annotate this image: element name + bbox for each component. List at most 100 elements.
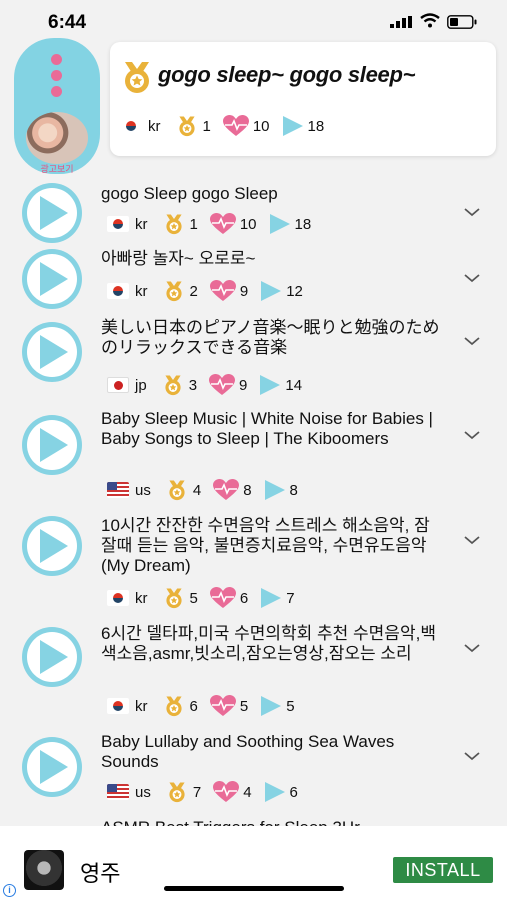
play-button[interactable]: [22, 627, 82, 687]
install-button[interactable]: INSTALL: [393, 857, 493, 883]
flag-kr-icon: [107, 283, 129, 299]
play-count-icon: [269, 214, 290, 234]
rank-count: 3: [188, 376, 198, 394]
heart-pulse-icon: [213, 781, 240, 802]
chevron-down-icon[interactable]: [463, 640, 481, 658]
play-button[interactable]: [22, 249, 82, 309]
heart-pulse-icon: [209, 695, 236, 716]
play-button[interactable]: [22, 183, 82, 243]
ad-app-icon[interactable]: [24, 850, 64, 890]
status-bar: 6:44: [0, 0, 507, 44]
plays-count: 14: [285, 376, 303, 394]
medal-icon: [165, 281, 182, 302]
plays-count: 5: [286, 697, 295, 715]
flag-kr-icon: [107, 590, 129, 606]
heart-pulse-icon: [209, 374, 236, 395]
plays-count: 12: [286, 282, 303, 300]
plays-count: 18: [307, 117, 325, 135]
item-title[interactable]: gogo Sleep gogo Sleep: [101, 184, 441, 204]
flag-us-icon: [107, 482, 129, 498]
item-title[interactable]: 6시간 델타파,미국 수면의학회 추천 수면음악,백색소음,asmr,빗소리,잠…: [101, 624, 441, 664]
likes-count: 10: [252, 117, 270, 135]
likes-count: 9: [239, 376, 248, 394]
medal-icon: [125, 62, 149, 93]
country-code: kr: [135, 697, 148, 715]
play-count-icon: [261, 588, 282, 608]
plays-count: 7: [286, 589, 295, 607]
play-icon: [40, 529, 68, 563]
country-code: us: [135, 481, 151, 499]
play-button[interactable]: [22, 415, 82, 475]
medal-icon: [178, 116, 195, 137]
play-count-icon: [264, 480, 285, 500]
medal-icon: [169, 782, 185, 803]
heart-pulse-icon: [213, 479, 240, 500]
flag-kr-icon: [120, 118, 142, 134]
medal-icon: [165, 214, 182, 235]
item-meta: us 4 8 8: [107, 478, 310, 502]
heart-pulse-icon: [209, 280, 236, 301]
wifi-icon: [420, 13, 440, 28]
rank-count: 1: [189, 215, 198, 233]
signal-icon: [390, 16, 412, 28]
play-icon: [40, 335, 68, 369]
play-count-icon: [282, 116, 303, 136]
ad-thumbnail[interactable]: [26, 112, 88, 164]
now-playing-card[interactable]: gogo sleep~ gogo sleep~ kr 1 10 18: [110, 42, 496, 156]
country-code: us: [135, 783, 151, 801]
country-code: kr: [135, 215, 148, 233]
more-menu-icon[interactable]: [51, 54, 63, 102]
play-icon: [40, 196, 68, 230]
play-count-icon: [261, 696, 282, 716]
play-button[interactable]: [22, 737, 82, 797]
item-title[interactable]: Baby Lullaby and Soothing Sea Waves Soun…: [101, 732, 441, 772]
chevron-down-icon[interactable]: [463, 427, 481, 445]
chevron-down-icon[interactable]: [463, 748, 481, 766]
rank-count: 7: [192, 783, 202, 801]
likes-count: 5: [239, 697, 249, 715]
play-icon: [40, 750, 68, 784]
battery-icon: [447, 15, 477, 29]
country-code: kr: [135, 589, 148, 607]
rank-count: 2: [189, 282, 198, 300]
item-title[interactable]: 10시간 잔잔한 수면음악 스트레스 해소음악, 잠잘때 듣는 음악, 불면증치…: [101, 516, 441, 576]
now-playing-title: gogo sleep~ gogo sleep~: [158, 62, 416, 87]
home-indicator: [164, 886, 344, 891]
ad-info-icon[interactable]: i: [3, 884, 16, 897]
chevron-down-icon[interactable]: [463, 532, 481, 550]
play-count-icon: [264, 782, 285, 802]
chevron-down-icon[interactable]: [463, 270, 481, 288]
country-code: kr: [148, 117, 161, 135]
item-meta: kr 1 10 18: [107, 212, 323, 236]
flag-jp-icon: [107, 377, 129, 393]
heart-pulse-icon: [209, 213, 236, 234]
heart-pulse-icon: [222, 115, 249, 136]
item-title[interactable]: 아빠랑 놀자~ 오로로~: [101, 249, 441, 269]
medal-icon: [169, 480, 185, 501]
item-meta: kr 2 9 12: [107, 279, 315, 303]
side-panel: 광고보기: [14, 38, 100, 174]
play-count-icon: [260, 375, 281, 395]
item-title[interactable]: Baby Sleep Music | White Noise for Babie…: [101, 409, 441, 449]
country-code: kr: [135, 282, 148, 300]
rank-count: 6: [189, 697, 198, 715]
flag-kr-icon: [107, 698, 129, 714]
play-button[interactable]: [22, 322, 82, 382]
play-count-icon: [261, 281, 282, 301]
chevron-down-icon[interactable]: [463, 204, 481, 222]
rank-count: 4: [192, 481, 202, 499]
ad-view-label[interactable]: 광고보기: [14, 162, 100, 175]
ad-app-name[interactable]: 영주: [80, 856, 120, 888]
likes-count: 9: [239, 282, 249, 300]
medal-icon: [165, 696, 182, 717]
item-title[interactable]: 美しい日本のピアノ音楽～眠りと勉強のためのリラックスできる音楽: [101, 318, 441, 358]
plays-count: 18: [294, 215, 312, 233]
plays-count: 8: [289, 481, 298, 499]
rank-count: 5: [189, 589, 198, 607]
chevron-down-icon[interactable]: [463, 333, 481, 351]
rank-count: 1: [202, 117, 211, 135]
medal-icon: [165, 375, 181, 396]
now-playing-meta: kr 1 10 18: [120, 114, 336, 138]
play-button[interactable]: [22, 516, 82, 576]
play-icon: [40, 428, 68, 462]
